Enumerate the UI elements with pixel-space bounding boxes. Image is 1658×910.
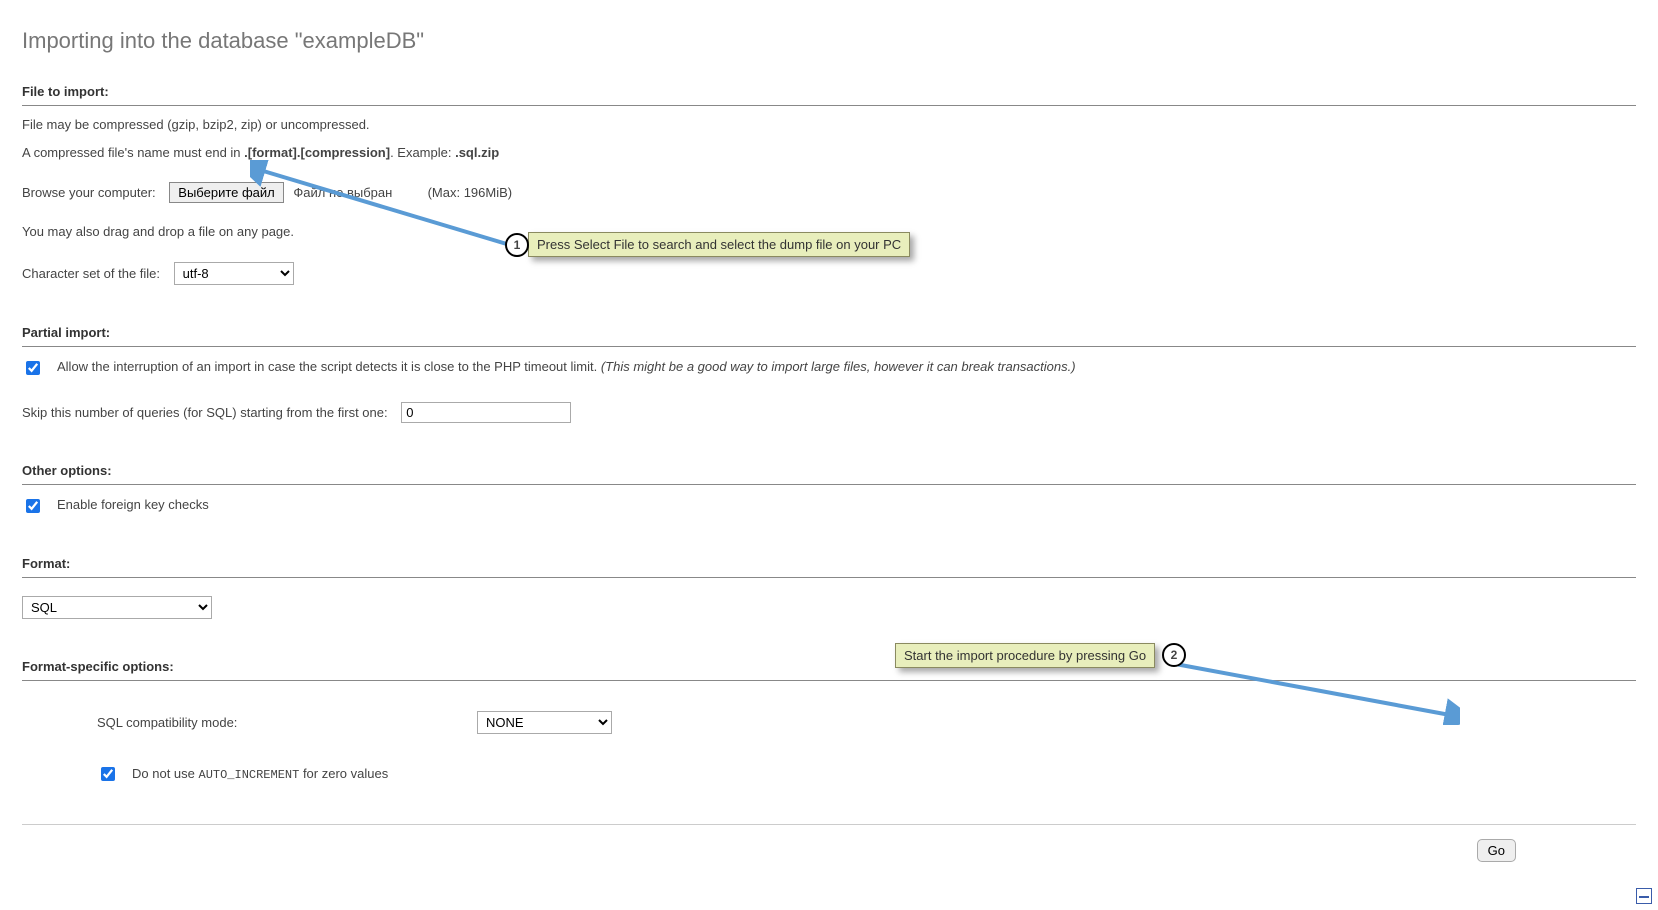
compat-row: SQL compatibility mode: NONE: [97, 711, 1636, 734]
section-file-to-import: File to import:: [22, 84, 1636, 106]
skip-label: Skip this number of queries (for SQL) st…: [22, 405, 388, 420]
browse-row: Browse your computer: Выберите файл Файл…: [22, 182, 1636, 203]
charset-select[interactable]: utf-8: [174, 262, 294, 285]
section-format-specific: Format-specific options:: [22, 659, 1636, 681]
no-auto-increment-checkbox[interactable]: [101, 767, 115, 781]
enable-foreign-key-label: Enable foreign key checks: [57, 497, 1636, 512]
charset-label: Character set of the file:: [22, 266, 160, 281]
section-partial-import: Partial import:: [22, 325, 1636, 347]
no-file-selected: Файл не выбран: [293, 185, 392, 200]
skip-row: Skip this number of queries (for SQL) st…: [22, 402, 1636, 423]
no-auto-increment-row: Do not use AUTO_INCREMENT for zero value…: [97, 764, 1636, 784]
import-page: Importing into the database "exampleDB" …: [0, 0, 1658, 910]
page-title: Importing into the database "exampleDB": [22, 28, 1636, 54]
allow-interruption-checkbox[interactable]: [26, 361, 40, 375]
format-row: SQL: [22, 596, 1636, 619]
go-wrap: Go: [22, 831, 1636, 870]
annotation-badge-1: 1: [505, 233, 529, 257]
footer-divider: [22, 824, 1636, 825]
annotation-badge-2: 2: [1162, 643, 1186, 667]
go-button[interactable]: Go: [1477, 839, 1516, 862]
format-select[interactable]: SQL: [22, 596, 212, 619]
section-format: Format:: [22, 556, 1636, 578]
allow-interruption-text: Allow the interruption of an import in c…: [57, 359, 601, 374]
format-specific-body: SQL compatibility mode: NONE Do not use …: [22, 711, 1636, 784]
example-label: . Example:: [390, 145, 455, 160]
max-size-label: (Max: 196MiB): [428, 185, 513, 200]
no-ai-prefix: Do not use: [132, 766, 199, 781]
charset-row: Character set of the file: utf-8: [22, 262, 1636, 285]
allow-interruption-note: (This might be a good way to import larg…: [601, 359, 1076, 374]
skip-queries-input[interactable]: [401, 402, 571, 423]
filename-pattern-note: A compressed file's name must end in .[f…: [22, 144, 1636, 162]
corner-icon[interactable]: [1636, 888, 1652, 904]
no-ai-suffix: for zero values: [299, 766, 388, 781]
no-ai-code: AUTO_INCREMENT: [199, 768, 300, 782]
foreign-key-row: Enable foreign key checks: [22, 497, 1636, 516]
no-auto-increment-label: Do not use AUTO_INCREMENT for zero value…: [132, 766, 388, 782]
example-value: .sql.zip: [455, 145, 499, 160]
pattern-value: .[format].[compression]: [244, 145, 390, 160]
annotation-callout-2: Start the import procedure by pressing G…: [895, 643, 1155, 668]
compressed-note: File may be compressed (gzip, bzip2, zip…: [22, 116, 1636, 134]
section-other-options: Other options:: [22, 463, 1636, 485]
browse-label: Browse your computer:: [22, 185, 156, 200]
pattern-prefix: A compressed file's name must end in: [22, 145, 244, 160]
allow-interruption-text-wrap: Allow the interruption of an import in c…: [57, 359, 1636, 374]
allow-interruption-row: Allow the interruption of an import in c…: [22, 359, 1636, 378]
compat-mode-select[interactable]: NONE: [477, 711, 612, 734]
compat-label: SQL compatibility mode:: [97, 715, 477, 730]
enable-foreign-key-checkbox[interactable]: [26, 499, 40, 513]
select-file-button[interactable]: Выберите файл: [169, 182, 283, 203]
annotation-callout-1: Press Select File to search and select t…: [528, 232, 910, 257]
